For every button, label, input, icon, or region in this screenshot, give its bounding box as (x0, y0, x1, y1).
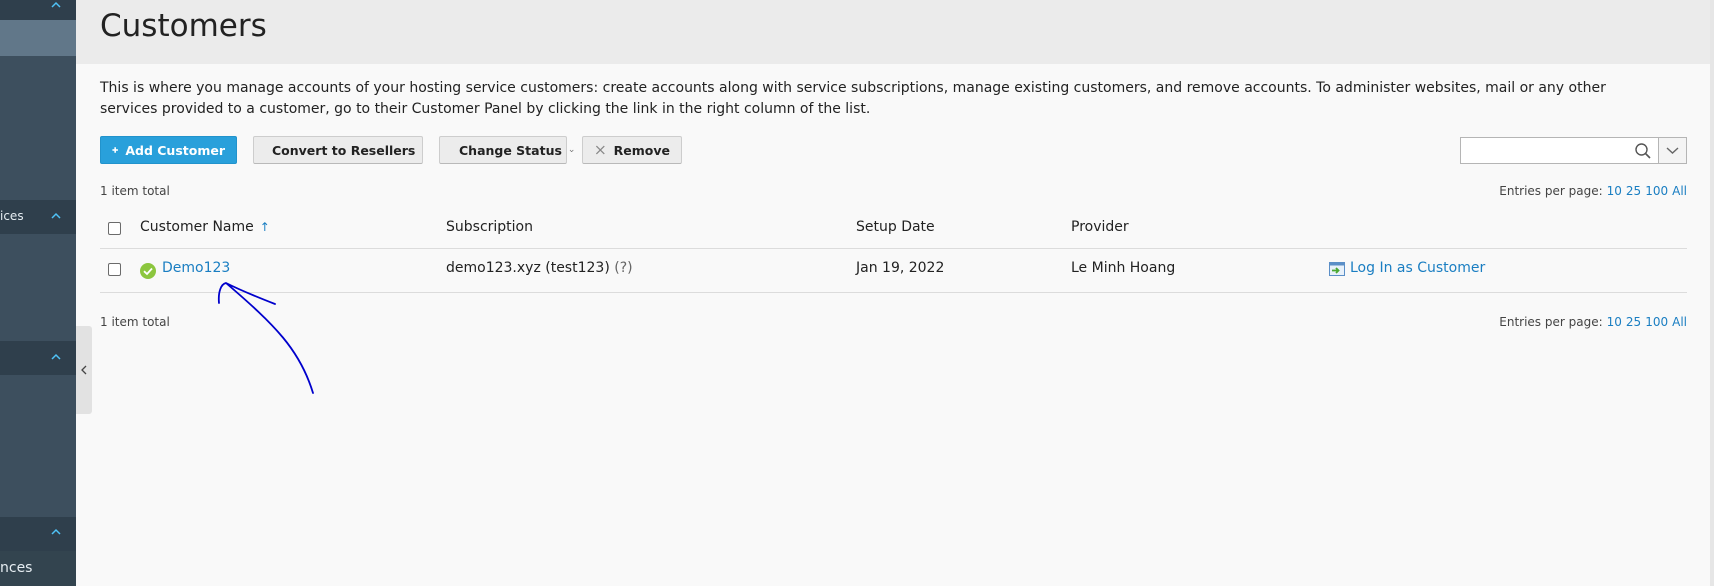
chevron-left-icon (81, 365, 87, 375)
page-size-25[interactable]: 25 (1626, 184, 1641, 198)
provider-cell: Le Minh Hoang (1071, 260, 1176, 276)
change-status-label: Change Status (459, 142, 562, 158)
chevron-up-icon[interactable] (50, 527, 62, 539)
row-checkbox[interactable] (108, 263, 121, 276)
customer-name-link[interactable]: Demo123 (162, 260, 230, 276)
chevron-up-icon[interactable] (50, 352, 62, 364)
left-sidebar: ices nces (0, 0, 76, 586)
table-divider (100, 292, 1687, 293)
chevron-up-icon[interactable] (50, 0, 62, 12)
items-total-top: 1 item total (100, 184, 170, 198)
login-as-customer-icon[interactable] (1329, 261, 1345, 277)
setup-date-cell: Jan 19, 2022 (856, 260, 945, 276)
sidebar-group-header[interactable] (0, 341, 76, 375)
page-size-all[interactable]: All (1672, 184, 1687, 198)
items-total-bottom: 1 item total (100, 315, 170, 329)
column-header-subscription[interactable]: Subscription (446, 219, 533, 235)
page-size-100[interactable]: 100 (1645, 184, 1668, 198)
sidebar-collapse-handle[interactable] (76, 326, 92, 414)
log-in-as-customer-link[interactable]: Log In as Customer (1350, 260, 1485, 276)
sidebar-item-label: nces (0, 560, 33, 576)
status-ok-icon (140, 263, 156, 279)
search-input[interactable] (1460, 137, 1659, 164)
sort-ascending-icon: ↑ (259, 220, 270, 234)
select-all-checkbox[interactable] (108, 222, 121, 235)
remove-button[interactable]: Remove (582, 136, 682, 164)
search-icon[interactable] (1634, 142, 1652, 160)
page-size-10[interactable]: 10 (1607, 184, 1622, 198)
column-header-setup-date[interactable]: Setup Date (856, 219, 935, 235)
sidebar-item-customers[interactable] (0, 20, 76, 56)
chevron-down-icon: ⌄ (567, 145, 576, 155)
change-status-button[interactable]: Change Status ⌄ (439, 136, 575, 164)
remove-icon (595, 145, 605, 155)
page-size-10[interactable]: 10 (1607, 315, 1622, 329)
table-divider (100, 248, 1687, 249)
entries-per-page-bottom: Entries per page: 10 25 100 All (1499, 315, 1687, 329)
search-options-toggle[interactable] (1659, 137, 1687, 164)
remove-label: Remove (613, 142, 670, 158)
sidebar-group-label: ices (0, 209, 24, 223)
page-size-all[interactable]: All (1672, 315, 1687, 329)
add-customer-label: Add Customer (125, 142, 225, 158)
entries-per-page-label: Entries per page: (1499, 315, 1603, 329)
column-header-label: Customer Name (140, 219, 254, 235)
page-size-25[interactable]: 25 (1626, 315, 1641, 329)
page-title: Customers (100, 8, 267, 44)
page-size-100[interactable]: 100 (1645, 315, 1668, 329)
page-description: This is where you manage accounts of you… (100, 80, 1606, 117)
entries-per-page-top: Entries per page: 10 25 100 All (1499, 184, 1687, 198)
subscription-help-link[interactable]: (?) (614, 260, 632, 276)
chevron-up-icon[interactable] (50, 211, 62, 223)
scroll-gutter (1710, 0, 1714, 586)
page-header: Customers (76, 0, 1714, 64)
subscription-cell: demo123.xyz (test123) (?) (446, 260, 633, 276)
sidebar-group-header[interactable] (0, 517, 76, 551)
column-header-provider[interactable]: Provider (1071, 219, 1129, 235)
column-header-customer-name[interactable]: Customer Name ↑ (140, 219, 270, 235)
subscription-value: demo123.xyz (test123) (446, 260, 610, 276)
chevron-down-icon (1666, 147, 1679, 154)
entries-per-page-label: Entries per page: (1499, 184, 1603, 198)
sidebar-group-header[interactable] (0, 0, 76, 20)
convert-to-resellers-label: Convert to Resellers (272, 142, 416, 158)
search-text-field[interactable] (1465, 138, 1629, 163)
convert-to-resellers-button[interactable]: Convert to Resellers (253, 136, 423, 164)
plus-icon (112, 147, 118, 153)
add-customer-button[interactable]: Add Customer (100, 136, 237, 164)
